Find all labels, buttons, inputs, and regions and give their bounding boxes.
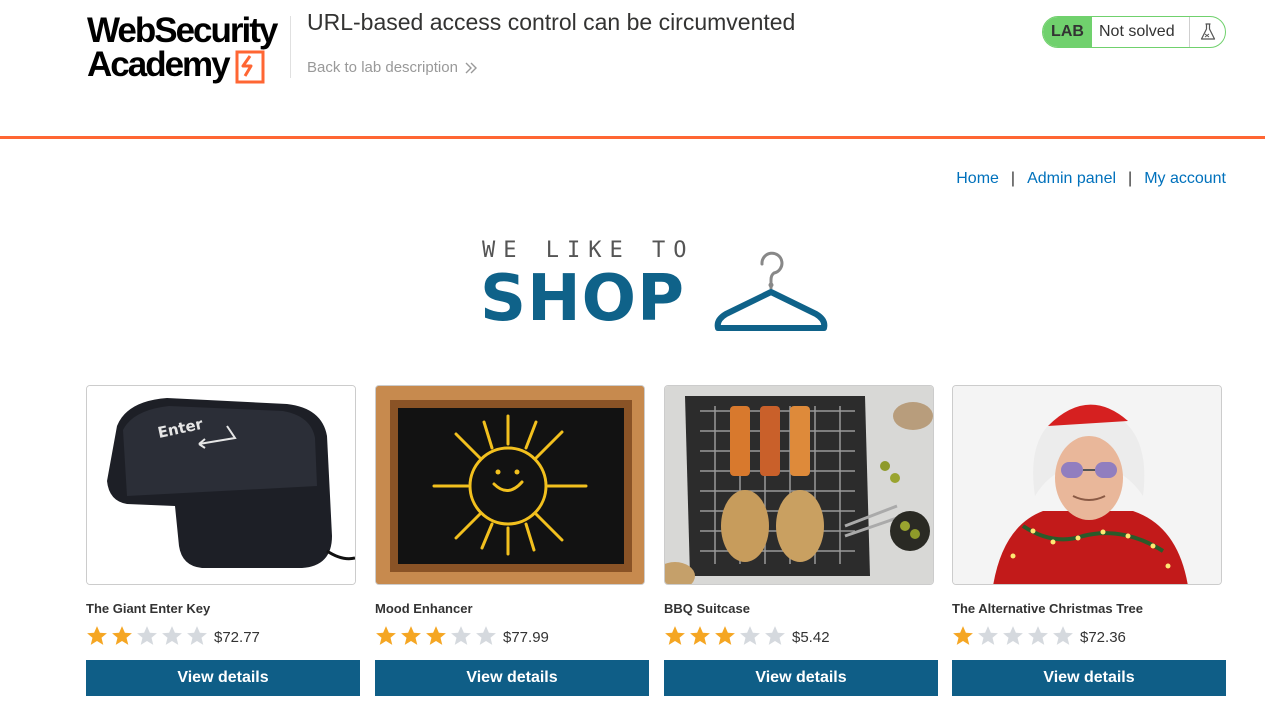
- star-rating: [86, 625, 208, 646]
- clothes-hanger-icon: [714, 251, 828, 331]
- product-rating-row: $5.42: [664, 622, 938, 646]
- lab-title: URL-based access control can be circumve…: [307, 9, 796, 35]
- we-like-to-shop-banner: WE LIKE TO SHOP: [480, 238, 835, 338]
- product-price: $72.36: [1080, 629, 1126, 646]
- star-filled-icon: [401, 626, 421, 645]
- web-security-academy-logo[interactable]: WebSecurity Academy: [87, 11, 287, 86]
- lab-status-text: Not solved: [1092, 17, 1190, 47]
- nav-separator: |: [1010, 170, 1016, 187]
- product-rating-row: $72.77: [86, 622, 360, 646]
- back-link-label: Back to lab description: [307, 59, 458, 76]
- product-rating-row: $77.99: [375, 622, 649, 646]
- product-card: BBQ Suitcase $5.42 View details: [664, 385, 938, 696]
- nav-my-account-link[interactable]: My account: [1144, 170, 1226, 188]
- star-rating: [664, 625, 786, 646]
- banner-tagline: WE LIKE TO: [482, 238, 695, 263]
- star-filled-icon: [690, 626, 710, 645]
- star-filled-icon: [665, 626, 685, 645]
- star-empty-icon: [476, 626, 496, 645]
- star-empty-icon: [978, 626, 998, 645]
- product-image-bbq-suitcase: [664, 385, 934, 585]
- view-details-button[interactable]: View details: [664, 660, 938, 696]
- star-filled-icon: [87, 626, 107, 645]
- product-image-giant-enter-key: Enter: [86, 385, 356, 585]
- nav-separator: |: [1128, 170, 1133, 187]
- nav-admin-panel-link[interactable]: Admin panel: [1027, 170, 1116, 188]
- view-details-button[interactable]: View details: [86, 660, 360, 696]
- star-empty-icon: [740, 626, 760, 645]
- back-to-lab-description-link[interactable]: Back to lab description: [307, 59, 478, 76]
- lab-status-widget: LAB Not solved: [1042, 16, 1226, 48]
- product-price: $5.42: [792, 629, 830, 646]
- star-filled-icon: [112, 626, 132, 645]
- double-chevron-right-icon: [465, 62, 477, 73]
- logo-mark-icon: [235, 50, 265, 84]
- star-rating: [375, 625, 497, 646]
- nav-home-link[interactable]: Home: [956, 170, 999, 188]
- star-empty-icon: [1053, 626, 1073, 645]
- product-card: Enter The Giant Enter Key $72.77 View de…: [86, 385, 360, 696]
- star-empty-icon: [162, 626, 182, 645]
- star-empty-icon: [765, 626, 785, 645]
- product-image-mood-enhancer: [375, 385, 645, 585]
- product-name: Mood Enhancer: [375, 601, 473, 616]
- product-price: $72.77: [214, 629, 260, 646]
- header-divider: [290, 16, 291, 78]
- product-card: The Alternative Christmas Tree $72.36 Vi…: [952, 385, 1226, 696]
- star-empty-icon: [1028, 626, 1048, 645]
- star-filled-icon: [715, 626, 735, 645]
- academy-header: WebSecurity Academy URL-based access con…: [0, 0, 1265, 139]
- product-image-alternative-christmas-tree: [952, 385, 1222, 585]
- view-details-button[interactable]: View details: [375, 660, 649, 696]
- product-name: The Giant Enter Key: [86, 601, 211, 616]
- flask-icon: [1190, 17, 1225, 47]
- shop-top-nav: Home | Admin panel | My account: [956, 170, 1226, 188]
- star-rating: [952, 625, 1074, 646]
- product-price: $77.99: [503, 629, 549, 646]
- star-empty-icon: [187, 626, 207, 645]
- star-empty-icon: [137, 626, 157, 645]
- logo-text-line1: WebSecurity: [87, 11, 278, 50]
- product-name: BBQ Suitcase: [664, 601, 750, 616]
- view-details-button[interactable]: View details: [952, 660, 1226, 696]
- lab-badge: LAB: [1043, 17, 1092, 47]
- star-empty-icon: [1003, 626, 1023, 645]
- star-filled-icon: [426, 626, 446, 645]
- product-card: Mood Enhancer $77.99 View details: [375, 385, 649, 696]
- star-filled-icon: [953, 626, 973, 645]
- star-filled-icon: [376, 626, 396, 645]
- product-name: The Alternative Christmas Tree: [952, 601, 1143, 616]
- star-empty-icon: [451, 626, 471, 645]
- banner-title: SHOP: [480, 262, 685, 336]
- product-rating-row: $72.36: [952, 622, 1226, 646]
